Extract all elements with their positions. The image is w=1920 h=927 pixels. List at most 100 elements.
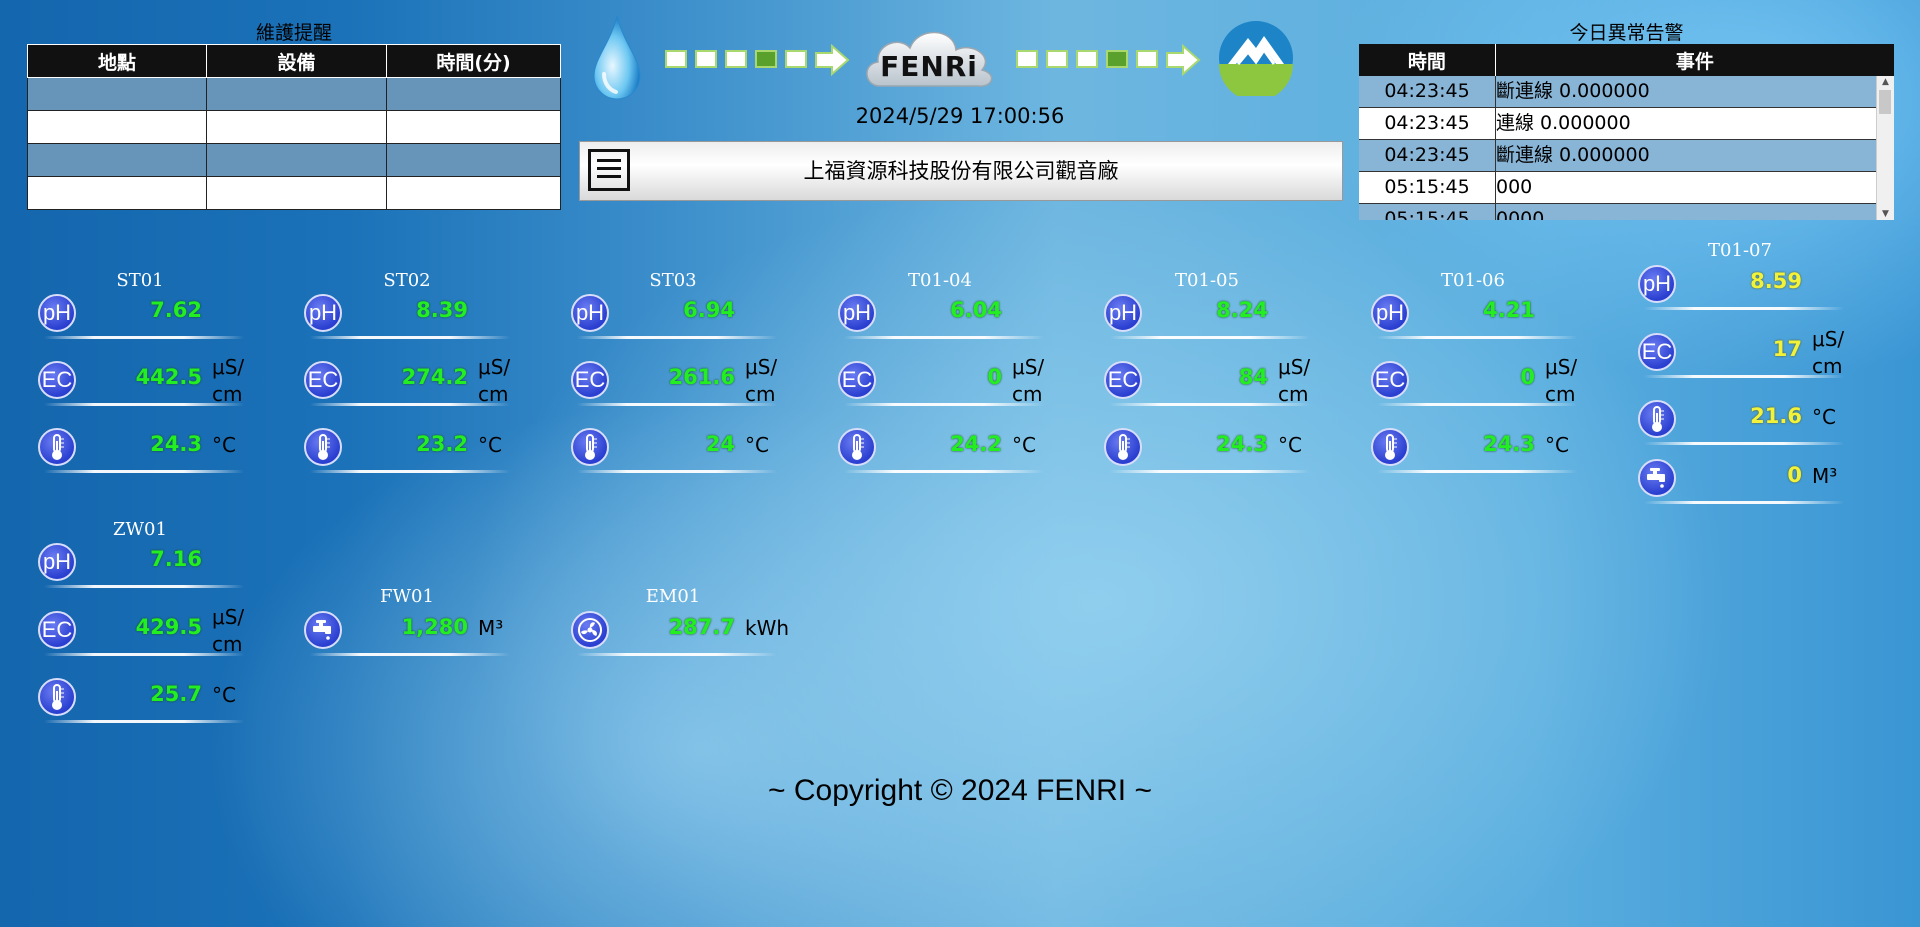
ec-unit: μS/cm [212, 605, 245, 656]
alarm-event: 0000 [1496, 208, 1545, 220]
alarm-event: 000 [1496, 176, 1533, 198]
temperature-value: 24.3 [1216, 432, 1268, 456]
ph-icon: pH [38, 294, 76, 332]
ph-icon: pH [304, 294, 342, 332]
fenri-cloud-logo: FENRi [860, 22, 998, 92]
ec-icon: EC [1371, 361, 1409, 399]
ph-reading: pH 8.39 [304, 294, 514, 340]
temperature-reading: 21.6 °C [1638, 400, 1848, 446]
temperature-value: 24.3 [1483, 432, 1535, 456]
fenri-logo-text: FENRi [880, 50, 978, 83]
station-name-em01: EM01 [645, 586, 701, 607]
alarm-scrollbar[interactable]: ▲ ▼ [1876, 76, 1894, 220]
table-row: 04:23:45 斷連線 0.000000 [1359, 140, 1894, 172]
alarm-time: 05:15:45 [1359, 204, 1496, 220]
table-row: 05:15:45 0000 [1359, 204, 1894, 220]
temperature-value: 24.2 [950, 432, 1002, 456]
ec-reading: EC 84 μS/cm [1104, 355, 1314, 407]
ec-reading: EC 442.5 μS/cm [38, 355, 248, 407]
ph-value: 6.94 [683, 298, 735, 322]
flow-indicator [1016, 50, 1038, 68]
flow-indicator [665, 50, 687, 68]
scroll-thumb[interactable] [1879, 90, 1891, 114]
ph-reading: pH 8.59 [1638, 265, 1848, 311]
ph-value: 6.04 [950, 298, 1002, 322]
company-mountain-logo [1218, 20, 1294, 101]
thermometer-icon [38, 428, 76, 466]
faucet-icon [304, 611, 342, 649]
fan-icon [571, 611, 609, 649]
ec-reading: EC 429.5 μS/cm [38, 605, 248, 657]
ec-icon: EC [38, 361, 76, 399]
station-name-t01-07: T01-07 [1708, 240, 1772, 261]
ec-icon: EC [304, 361, 342, 399]
station-name-st03: ST03 [649, 270, 697, 291]
flow-indicator [785, 50, 807, 68]
ph-icon: pH [1104, 294, 1142, 332]
ph-reading: pH 4.21 [1371, 294, 1581, 340]
table-row [27, 77, 561, 111]
station-name-t01-05: T01-05 [1175, 270, 1239, 291]
temperature-value: 25.7 [150, 682, 202, 706]
thermometer-icon [38, 678, 76, 716]
scroll-up-icon[interactable]: ▲ [1877, 76, 1894, 88]
flow-indicator [755, 50, 777, 68]
ph-value: 8.39 [416, 298, 468, 322]
thermometer-icon [1638, 400, 1676, 438]
table-row [27, 110, 561, 144]
scroll-down-icon[interactable]: ▼ [1877, 208, 1894, 220]
temperature-reading: 23.2 °C [304, 428, 514, 474]
flow-indicator [1136, 50, 1158, 68]
alarm-event: 連線 0.000000 [1496, 112, 1631, 134]
temperature-unit: °C [212, 683, 236, 707]
ec-value: 261.6 [668, 365, 735, 389]
ph-reading: pH 7.62 [38, 294, 248, 340]
current-datetime: 2024/5/29 17:00:56 [855, 104, 1065, 128]
station-name-t01-06: T01-06 [1441, 270, 1505, 291]
station-name-st01: ST01 [116, 270, 164, 291]
thermometer-icon [1371, 428, 1409, 466]
flow-value: 1,280 [401, 615, 468, 639]
temperature-unit: °C [1545, 433, 1569, 457]
temperature-unit: °C [212, 433, 236, 457]
ec-reading: EC 17 μS/cm [1638, 327, 1848, 379]
ec-value: 0 [1520, 365, 1535, 389]
temperature-reading: 24.3 °C [1104, 428, 1314, 474]
alarm-event: 斷連線 0.000000 [1496, 80, 1650, 102]
copyright-text: ~ Copyright © 2024 FENRI ~ [768, 774, 1152, 807]
ph-icon: pH [38, 543, 76, 581]
station-name-st02: ST02 [383, 270, 431, 291]
ec-value: 274.2 [401, 365, 468, 389]
ec-unit: μS/cm [745, 355, 778, 406]
ec-value: 442.5 [135, 365, 202, 389]
temperature-value: 21.6 [1750, 404, 1802, 428]
arrow-right-icon [814, 43, 850, 80]
thermometer-icon [304, 428, 342, 466]
ec-reading: EC 0 μS/cm [1371, 355, 1581, 407]
energy-reading: 287.7 kWh [571, 611, 789, 657]
ec-icon: EC [1104, 361, 1142, 399]
ec-icon: EC [571, 361, 609, 399]
flow-unit: M³ [1812, 464, 1838, 488]
temperature-unit: °C [1812, 405, 1836, 429]
ec-unit: μS/cm [1278, 355, 1311, 406]
ec-value: 17 [1772, 337, 1802, 361]
alarm-title: 今日異常告警 [1569, 22, 1684, 44]
temperature-unit: °C [1012, 433, 1036, 457]
ec-value: 0 [987, 365, 1002, 389]
ec-value: 84 [1238, 365, 1268, 389]
ec-unit: μS/cm [1545, 355, 1578, 406]
maintenance-title: 維護提醒 [255, 22, 332, 44]
ec-reading: EC 274.2 μS/cm [304, 355, 514, 407]
ph-icon: pH [838, 294, 876, 332]
water-drop-icon [590, 14, 644, 104]
temperature-value: 24 [705, 432, 735, 456]
station-name-t01-04: T01-04 [908, 270, 972, 291]
temperature-value: 24.3 [150, 432, 202, 456]
maintenance-col-equipment: 設備 [206, 44, 387, 78]
company-banner: 上福資源科技股份有限公司觀音廠 [579, 141, 1343, 201]
flow-indicator [1046, 50, 1068, 68]
temperature-value: 23.2 [416, 432, 468, 456]
arrow-right-icon [1165, 43, 1201, 80]
ph-reading: pH 8.24 [1104, 294, 1314, 340]
